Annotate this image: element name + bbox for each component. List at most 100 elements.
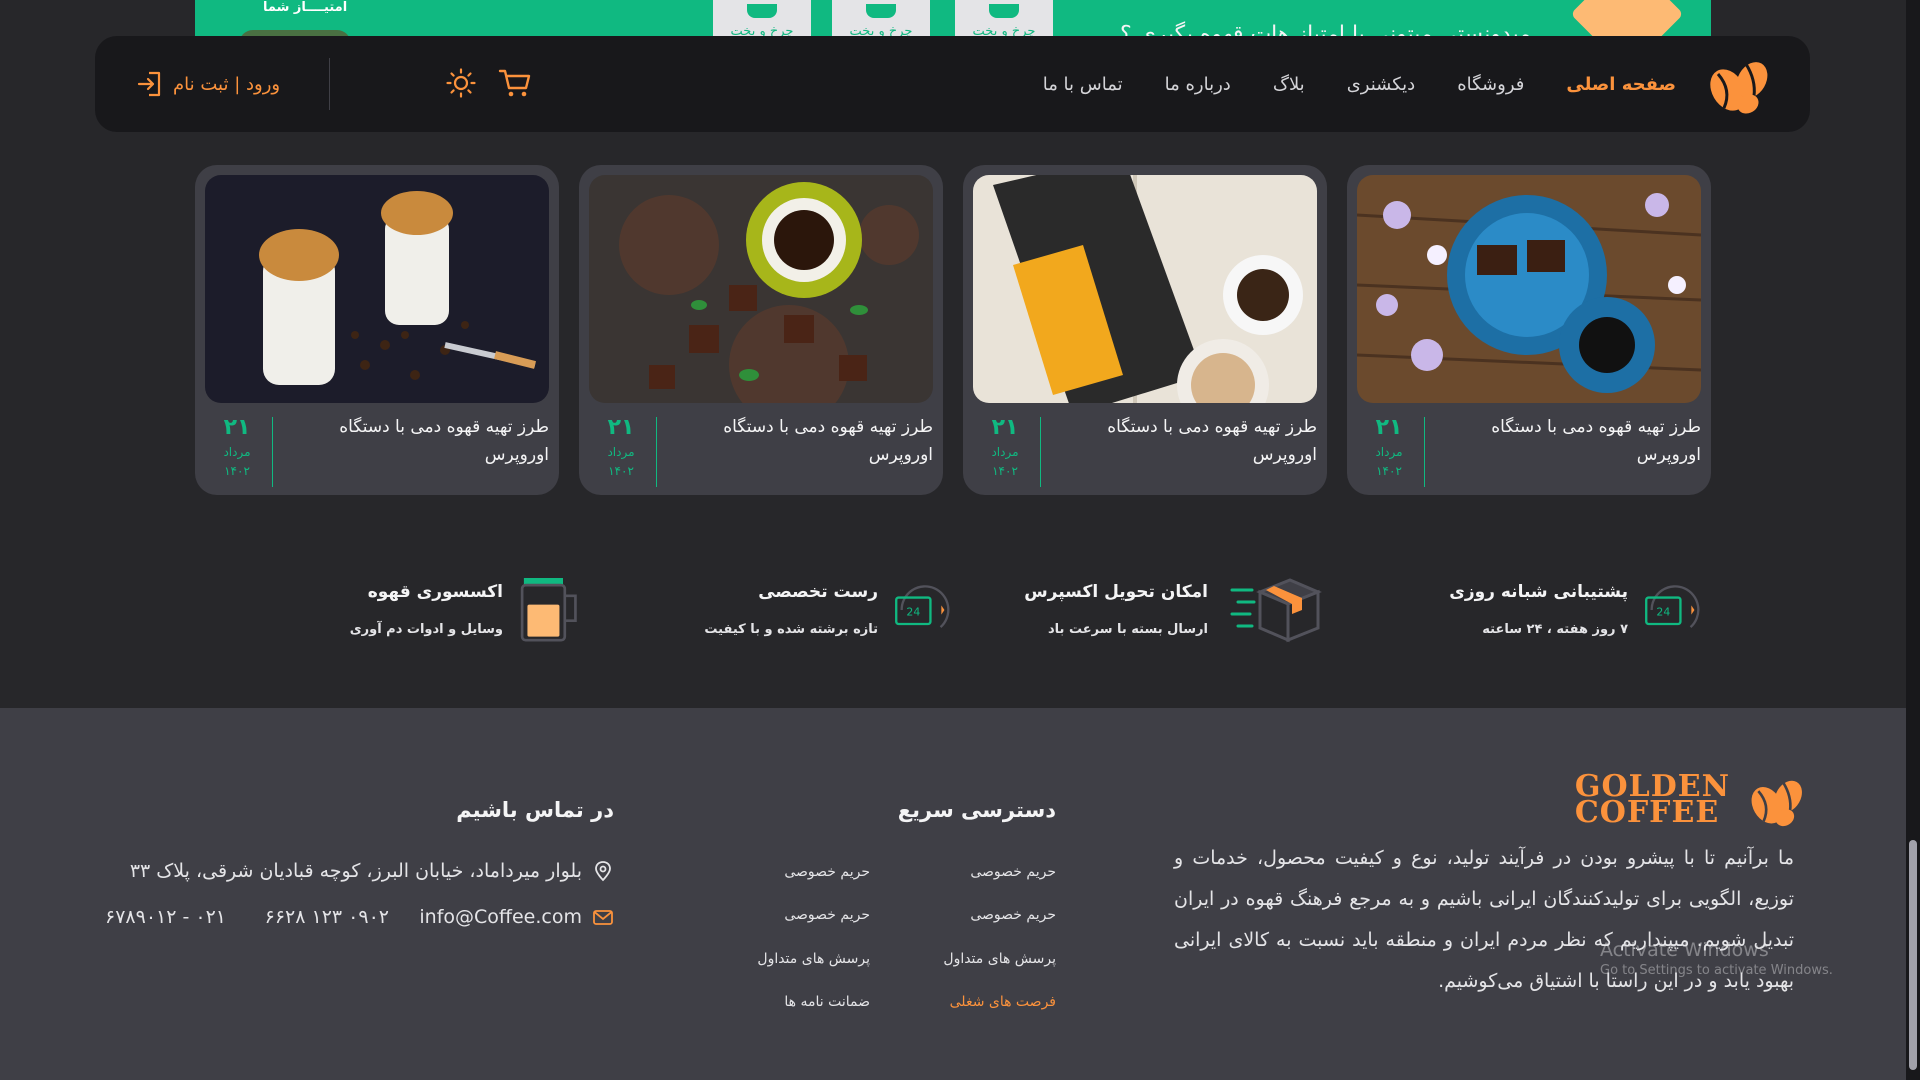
service-subtitle: وسایل و ادوات دم آوری [349, 622, 503, 637]
footer-link[interactable]: پرسش های متداول [757, 951, 870, 967]
date-month: مرداد [1375, 445, 1403, 459]
card-date: ۲۱ مرداد ۱۴۰۲ [589, 413, 653, 481]
watermark-line1: Activate Windows [1600, 939, 1769, 961]
nav-item-about[interactable]: درباره ما [1165, 74, 1231, 95]
roast-24-icon: 24 [895, 585, 950, 628]
coffee-bag-photo [973, 175, 1317, 403]
quick-access-title: دسترسی سریع [897, 798, 1056, 822]
card-divider [1424, 417, 1425, 487]
golden-coffee-logo[interactable]: GOLDEN COFFEE [1575, 770, 1806, 830]
address-row: بلوار میرداماد، خیابان البرز، کوچه قبادی… [130, 860, 614, 882]
card-divider [656, 417, 657, 487]
footer: GOLDEN COFFEE ما برآنیم تا با پیشرو بودن… [0, 708, 1906, 1080]
footer-link[interactable]: ضمانت نامه ها [784, 994, 870, 1010]
logo-wordmark: GOLDEN COFFEE [1574, 772, 1730, 830]
phone-landline[interactable]: ۰۲۱ - ۶۷۸۹۰۱۲ [105, 906, 226, 928]
espresso-chocolate-photo [589, 175, 933, 403]
windows-activation-watermark: Activate Windows Go to Settings to activ… [1600, 938, 1833, 980]
service-item: اکسسوری قهوه وسایل و ادوات دم آوری [345, 570, 595, 660]
wheel-icon [747, 4, 777, 18]
login-label: ورود | ثبت نام [173, 73, 281, 95]
date-day: ۲۱ [607, 415, 635, 440]
footer-link[interactable]: پرسش های متداول [943, 951, 1056, 967]
header-actions [418, 36, 578, 132]
blog-card[interactable]: طرز تهیه قهوه دمی با دستگاه اوروپرس ۲۱ م… [195, 165, 559, 495]
wheel-icon [866, 4, 896, 18]
card-date: ۲۱ مرداد ۱۴۰۲ [973, 413, 1037, 481]
services-row: 24 پشتیبانی شبانه روزی ۷ روز هفته ، ۲۴ س… [340, 570, 1710, 660]
score-label: امتیــــاز شما [263, 0, 348, 15]
service-subtitle: ۷ روز هفته ، ۲۴ ساعته [1482, 622, 1628, 637]
nav-item-home[interactable]: صفحه اصلی [1566, 74, 1676, 95]
service-item: 24 پشتیبانی شبانه روزی ۷ روز هفته ، ۲۴ س… [1430, 570, 1710, 660]
footer-link-jobs[interactable]: فرصت های شغلی [950, 994, 1056, 1010]
service-subtitle: تازه برشته شده و با کیفیت [704, 622, 878, 637]
service-item: امکان تحویل اکسپرس ارسال بسته با سرعت با… [1000, 570, 1330, 660]
express-box-icon [1230, 578, 1322, 643]
date-month: مرداد [607, 445, 635, 459]
nav-item-blog[interactable]: بلاگ [1273, 74, 1305, 95]
nav-item-dictionary[interactable]: دیکشنری [1347, 74, 1415, 95]
phone-landline-text[interactable]: ۰۲۱ - ۶۷۸۹۰۱۲ [105, 906, 226, 928]
svg-text:24: 24 [906, 605, 920, 618]
card-divider [1040, 417, 1041, 487]
logo-word-coffee: COFFEE [1574, 795, 1720, 830]
dalgona-coffee-photo [205, 175, 549, 403]
scrollbar-thumb[interactable] [1909, 840, 1917, 1070]
blog-card[interactable]: طرز تهیه قهوه دمی با دستگاه اوروپرس ۲۱ م… [579, 165, 943, 495]
service-title: اکسسوری قهوه [367, 582, 503, 602]
date-year: ۱۴۰۲ [608, 464, 634, 478]
header-divider [329, 58, 330, 110]
date-day: ۲۱ [1375, 415, 1403, 440]
date-day: ۲۱ [991, 415, 1019, 440]
footer-link[interactable]: حریم خصوصی [970, 864, 1056, 880]
svg-text:24: 24 [1656, 605, 1670, 618]
blog-card[interactable]: طرز تهیه قهوه دمی با دستگاه اوروپرس ۲۱ م… [1347, 165, 1711, 495]
main-nav: صفحه اصلی فروشگاه دیکشنری بلاگ درباره ما… [1043, 36, 1676, 132]
login-register-link[interactable]: ورود | ثبت نام [135, 66, 280, 102]
email-text[interactable]: info@Coffee.com [419, 906, 582, 928]
contact-title: در تماس باشیم [456, 798, 614, 822]
blog-card[interactable]: طرز تهیه قهوه دمی با دستگاه اوروپرس ۲۱ م… [963, 165, 1327, 495]
date-year: ۱۴۰۲ [224, 464, 250, 478]
phone-mobile[interactable]: ۰۹۰۲ ۱۲۳ ۶۶۲۸ [265, 906, 389, 928]
service-title: پشتیبانی شبانه روزی [1449, 582, 1628, 602]
nav-item-contact[interactable]: تماس با ما [1043, 74, 1123, 95]
coffee-pot-icon [520, 578, 577, 642]
page-scrollbar[interactable] [1906, 0, 1920, 1080]
support-24-icon: 24 [1645, 585, 1700, 628]
footer-link[interactable]: حریم خصوصی [784, 864, 870, 880]
card-title[interactable]: طرز تهیه قهوه دمی با دستگاه اوروپرس [1451, 413, 1701, 469]
wheel-icon [989, 4, 1019, 18]
watermark-line2: Go to Settings to activate Windows. [1600, 963, 1833, 978]
location-pin-icon [595, 861, 611, 882]
footer-link[interactable]: حریم خصوصی [970, 907, 1056, 923]
service-title: امکان تحویل اکسپرس [1024, 582, 1208, 602]
service-title: رست تخصصی [758, 582, 878, 602]
service-subtitle: ارسال بسته با سرعت باد [1048, 622, 1208, 637]
coffee-bean-logo-icon [1751, 780, 1802, 827]
card-title[interactable]: طرز تهیه قهوه دمی با دستگاه اوروپرس [299, 413, 549, 469]
card-title[interactable]: طرز تهیه قهوه دمی با دستگاه اوروپرس [683, 413, 933, 469]
blog-cards-row: طرز تهیه قهوه دمی با دستگاه اوروپرس ۲۱ م… [195, 165, 1711, 495]
card-date: ۲۱ مرداد ۱۴۰۲ [1357, 413, 1421, 481]
card-title[interactable]: طرز تهیه قهوه دمی با دستگاه اوروپرس [1067, 413, 1317, 469]
header-nav-bar: صفحه اصلی فروشگاه دیکشنری بلاگ درباره ما… [95, 36, 1810, 132]
date-month: مرداد [991, 445, 1019, 459]
date-day: ۲۱ [223, 415, 251, 440]
card-divider [272, 417, 273, 487]
coffee-bean-logo-icon[interactable] [1704, 50, 1772, 118]
address-text: بلوار میرداماد، خیابان البرز، کوچه قبادی… [129, 860, 582, 882]
login-icon [137, 71, 161, 97]
footer-link[interactable]: حریم خصوصی [784, 907, 870, 923]
shopping-cart-icon[interactable] [498, 68, 532, 98]
nav-item-shop[interactable]: فروشگاه [1457, 74, 1524, 95]
date-year: ۱۴۰۲ [992, 464, 1018, 478]
sun-theme-toggle-icon[interactable] [446, 68, 476, 98]
phone-mobile-text[interactable]: ۰۹۰۲ ۱۲۳ ۶۶۲۸ [265, 906, 389, 928]
service-item: 24 رست تخصصی تازه برشته شده و با کیفیت [690, 570, 960, 660]
cake-and-coffee-photo [1357, 175, 1701, 403]
email-row[interactable]: info@Coffee.com [419, 906, 614, 928]
card-date: ۲۱ مرداد ۱۴۰۲ [205, 413, 269, 481]
mail-icon [593, 910, 613, 925]
